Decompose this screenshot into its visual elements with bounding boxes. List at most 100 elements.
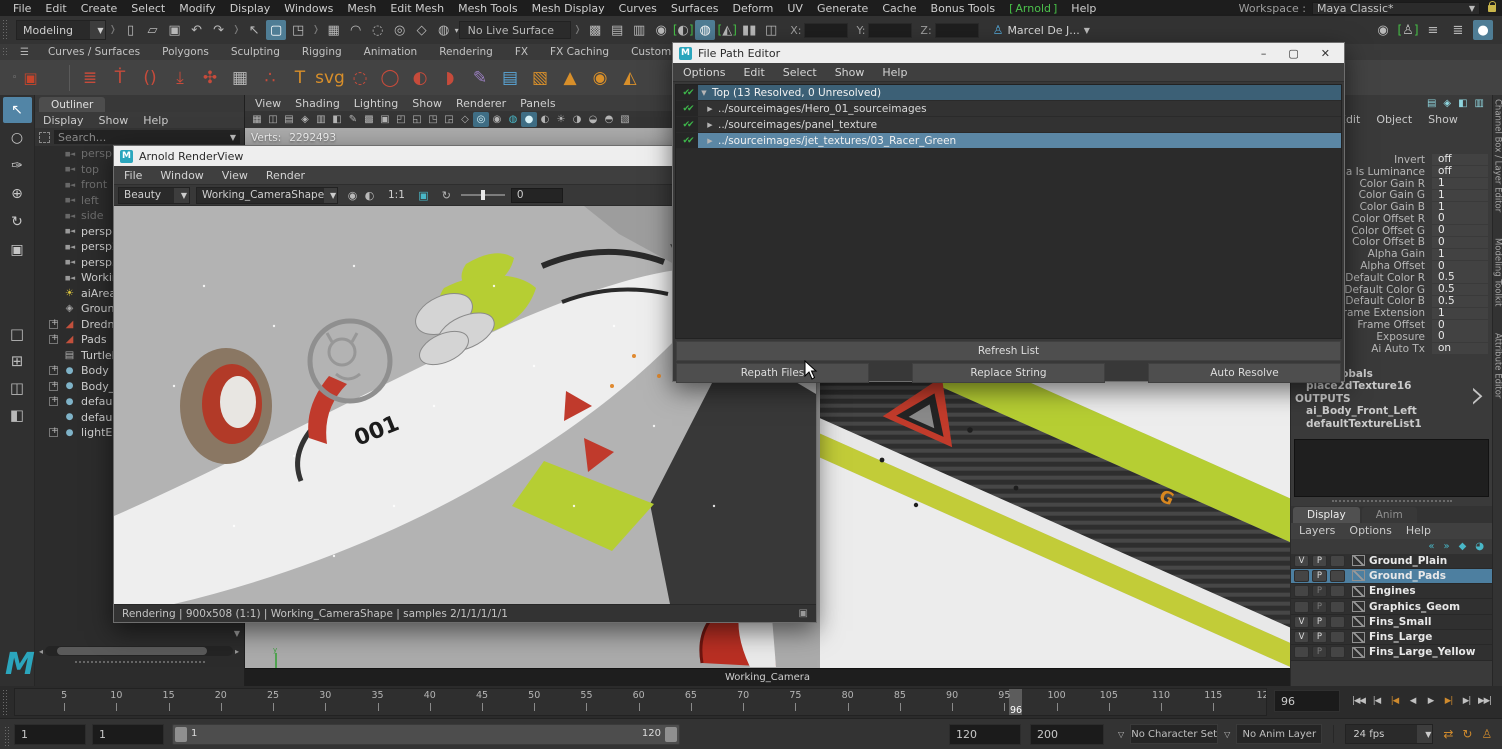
menu-item[interactable]: Mesh Display — [525, 2, 612, 15]
expand-panel-icon[interactable]: › — [1470, 377, 1486, 413]
step-forward-frame-button[interactable]: ▶| — [1458, 690, 1475, 712]
maximize-button[interactable]: ▢ — [1288, 47, 1298, 60]
rangebar-grip[interactable] — [4, 726, 10, 748]
project-curve-icon[interactable]: ▦ — [225, 63, 255, 93]
display-layer-row[interactable]: V P Ground_Plain — [1291, 554, 1492, 569]
scale-tool[interactable]: ▣ — [3, 237, 32, 263]
save-scene-icon[interactable]: ▣ — [165, 20, 185, 40]
animation-start-field[interactable]: 1 — [14, 724, 86, 745]
output-connections-icon[interactable]: ▥ — [629, 20, 649, 40]
menu-item[interactable]: File — [6, 2, 38, 15]
toolbar-grip[interactable] — [2, 19, 8, 41]
node-list-item[interactable]: defaultTextureList1 — [1291, 418, 1492, 431]
loft-icon[interactable]: ◯ — [375, 63, 405, 93]
scroll-left-icon[interactable]: ◂ — [39, 647, 43, 656]
pause-viewport-icon[interactable]: ▮▮ — [739, 20, 759, 40]
layer-move-down-icon[interactable]: » — [1443, 541, 1449, 552]
timeline-grip[interactable] — [2, 689, 8, 715]
extrude-icon[interactable]: ◗ — [435, 63, 465, 93]
shelf-tab[interactable]: FX — [504, 46, 539, 58]
y-coordinate-field[interactable] — [868, 23, 912, 38]
range-end-handle[interactable] — [665, 727, 677, 742]
attribute-value-field[interactable]: 1 — [1432, 308, 1488, 319]
playback-start-field[interactable]: 1 — [92, 724, 164, 745]
character-set-selector[interactable]: No Character Set — [1130, 724, 1218, 744]
layer-playback-toggle[interactable]: P — [1312, 646, 1327, 658]
pan-zoom-icon[interactable]: ◧ — [329, 112, 345, 127]
expand-icon[interactable] — [49, 428, 58, 437]
z-coordinate-field[interactable] — [935, 23, 979, 38]
layer-visibility-toggle[interactable] — [1294, 570, 1309, 582]
outliner-menu-item[interactable]: Help — [143, 114, 168, 127]
expand-caret-icon[interactable]: ▶ — [704, 121, 716, 129]
camera-dropdown[interactable]: Working_CameraShape▼ — [196, 187, 338, 204]
layer-visibility-toggle[interactable]: V — [1294, 555, 1309, 567]
attribute-value-field[interactable]: 1 — [1432, 249, 1488, 260]
auto-keyframe-icon[interactable]: ↻ — [1462, 727, 1472, 741]
shelf-tab[interactable]: Rigging — [291, 46, 353, 58]
menu-item[interactable]: Bonus Tools — [924, 2, 1003, 15]
snap-view-plane-icon[interactable]: ◇ — [412, 20, 432, 40]
layer-display-type-toggle[interactable] — [1330, 570, 1345, 582]
expand-icon[interactable] — [49, 397, 58, 406]
display-layer-row[interactable]: P Graphics_Geom — [1291, 599, 1492, 614]
frame-selection-icon[interactable]: ◉ — [489, 112, 505, 127]
menu-item[interactable]: Display — [223, 2, 278, 15]
single-pane-layout[interactable]: □ — [4, 321, 31, 346]
safe-action-icon[interactable]: ◲ — [441, 112, 457, 127]
layer-editor-tab[interactable]: Anim — [1362, 507, 1417, 523]
x-coordinate-field[interactable] — [804, 23, 848, 38]
manipulator-display-icon[interactable]: ◈ — [1443, 98, 1451, 109]
menu-item[interactable]: Create — [74, 2, 125, 15]
redo-icon[interactable]: ↷ — [209, 20, 229, 40]
curve-points-icon[interactable]: ∴ — [255, 63, 285, 93]
expand-caret-icon[interactable]: ▶ — [704, 137, 716, 145]
menu-item[interactable]: Edit Mesh — [383, 2, 451, 15]
paint-select-tool[interactable]: ✑ — [3, 153, 32, 179]
playback-end-field[interactable]: 120 — [949, 724, 1021, 745]
workspace-lock-icon[interactable] — [1488, 5, 1496, 12]
file-path-row[interactable]: ✔✔ ▶ ../sourceimages/Hero_01_sourceimage… — [676, 101, 1341, 117]
layer-playback-toggle[interactable]: P — [1312, 601, 1327, 613]
shelf-tab[interactable]: Rendering — [428, 46, 504, 58]
menu-item[interactable]: UV — [780, 2, 810, 15]
curve-stack-icon[interactable]: ≣ — [75, 63, 105, 93]
attach-curve-icon[interactable]: ⤓ — [165, 63, 195, 93]
play-backwards-button[interactable]: ◀ — [1404, 690, 1421, 712]
outliner-menu-item[interactable]: Display — [43, 114, 84, 127]
account-menu[interactable]: ♙Marcel De J...▼ — [993, 23, 1090, 37]
select-camera-icon[interactable]: ▦ — [249, 112, 265, 127]
channel-slider-icon[interactable]: ≡ — [1423, 20, 1443, 40]
step-back-frame-button[interactable]: |◀ — [1368, 690, 1385, 712]
snap-curve-icon[interactable]: ◠ — [346, 20, 366, 40]
scroll-down-icon[interactable]: ▼ — [234, 629, 240, 638]
display-layer-row[interactable]: V P Fins_Small — [1291, 615, 1492, 630]
image-plane-icon[interactable]: ▥ — [313, 112, 329, 127]
range-start-handle[interactable] — [175, 727, 187, 742]
attribute-value-field[interactable]: 0.5 — [1432, 296, 1488, 307]
layer-playback-toggle[interactable]: P — [1312, 616, 1327, 628]
nurbs-cube-icon[interactable]: ▧ — [525, 63, 555, 93]
playback-loop-icon[interactable]: ⇄ — [1443, 727, 1453, 741]
attribute-value-field[interactable]: 1 — [1432, 202, 1488, 213]
attribute-value-field[interactable]: 1 — [1432, 178, 1488, 189]
shelf-tab[interactable]: Animation — [353, 46, 429, 58]
layer-visibility-toggle[interactable]: V — [1294, 616, 1309, 628]
grid-icon[interactable]: ▩ — [361, 112, 377, 127]
timeline-track[interactable]: 96 5101520253035404550556065707580859095… — [14, 688, 1267, 716]
move-tool[interactable]: ⊕ — [3, 181, 32, 207]
display-layer-row[interactable]: P Ground_Pads — [1291, 569, 1492, 584]
safe-title-icon[interactable]: ◇ — [457, 112, 473, 127]
play-forwards-button[interactable]: ▶ — [1422, 690, 1439, 712]
panel-resize-handle[interactable] — [1332, 500, 1452, 502]
attribute-value-field[interactable]: off — [1432, 154, 1488, 165]
snapshot-icon[interactable]: ▣ — [799, 608, 808, 619]
attribute-value-field[interactable]: 0 — [1432, 320, 1488, 331]
renderview-menu-item[interactable]: Render — [266, 169, 305, 182]
fpe-title-bar[interactable]: M File Path Editor –▢✕ — [673, 43, 1344, 63]
anim-layer-selector[interactable]: No Anim Layer — [1236, 724, 1322, 744]
show-manipulator-icon[interactable]: ▩ — [585, 20, 605, 40]
layer-display-type-toggle[interactable] — [1330, 646, 1345, 658]
refresh-list-button[interactable]: Refresh List — [676, 341, 1341, 361]
fpe-menu-item[interactable]: Help — [882, 66, 907, 79]
